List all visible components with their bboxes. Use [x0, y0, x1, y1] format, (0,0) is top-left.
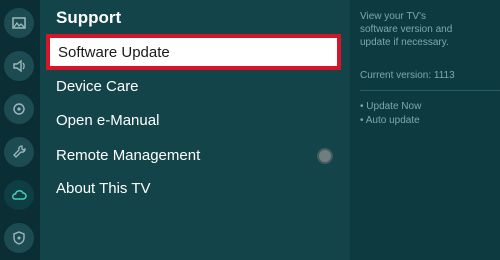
shield-icon[interactable]	[4, 223, 34, 253]
menu-item-label: Software Update	[58, 43, 170, 61]
menu-item-label: About This TV	[56, 180, 151, 197]
divider	[360, 90, 500, 91]
menu-item-about-this-tv[interactable]: About This TV	[56, 180, 151, 197]
menu-item-device-care[interactable]: Device Care	[56, 78, 139, 95]
menu-item-software-update[interactable]: Software Update	[46, 34, 341, 70]
wrench-icon[interactable]	[4, 137, 34, 167]
menu-item-open-e-manual[interactable]: Open e-Manual	[56, 112, 159, 129]
menu-item-remote-management[interactable]: Remote Management	[56, 147, 200, 164]
support-menu: Support Software Update Device Care Open…	[40, 0, 350, 260]
menu-item-label: Device Care	[56, 78, 139, 95]
sound-icon[interactable]	[4, 51, 34, 81]
menu-item-label: Remote Management	[56, 147, 201, 164]
description-line: View your TV's	[360, 11, 427, 22]
broadcast-icon[interactable]	[4, 94, 34, 124]
description-line: software version and	[360, 24, 453, 35]
picture-icon[interactable]	[4, 8, 34, 38]
menu-title: Support	[56, 8, 122, 27]
sidebar	[0, 0, 40, 260]
menu-item-label: Open e-Manual	[56, 112, 160, 129]
cloud-support-icon[interactable]	[4, 180, 34, 210]
option-auto-update: • Auto update	[360, 115, 420, 126]
description-line: update if necessary.	[360, 37, 449, 48]
info-panel: View your TV's software version and upda…	[350, 0, 500, 260]
current-version: Current version: 1113	[360, 70, 455, 81]
option-update-now: • Update Now	[360, 101, 422, 112]
remote-management-toggle[interactable]	[317, 148, 333, 164]
